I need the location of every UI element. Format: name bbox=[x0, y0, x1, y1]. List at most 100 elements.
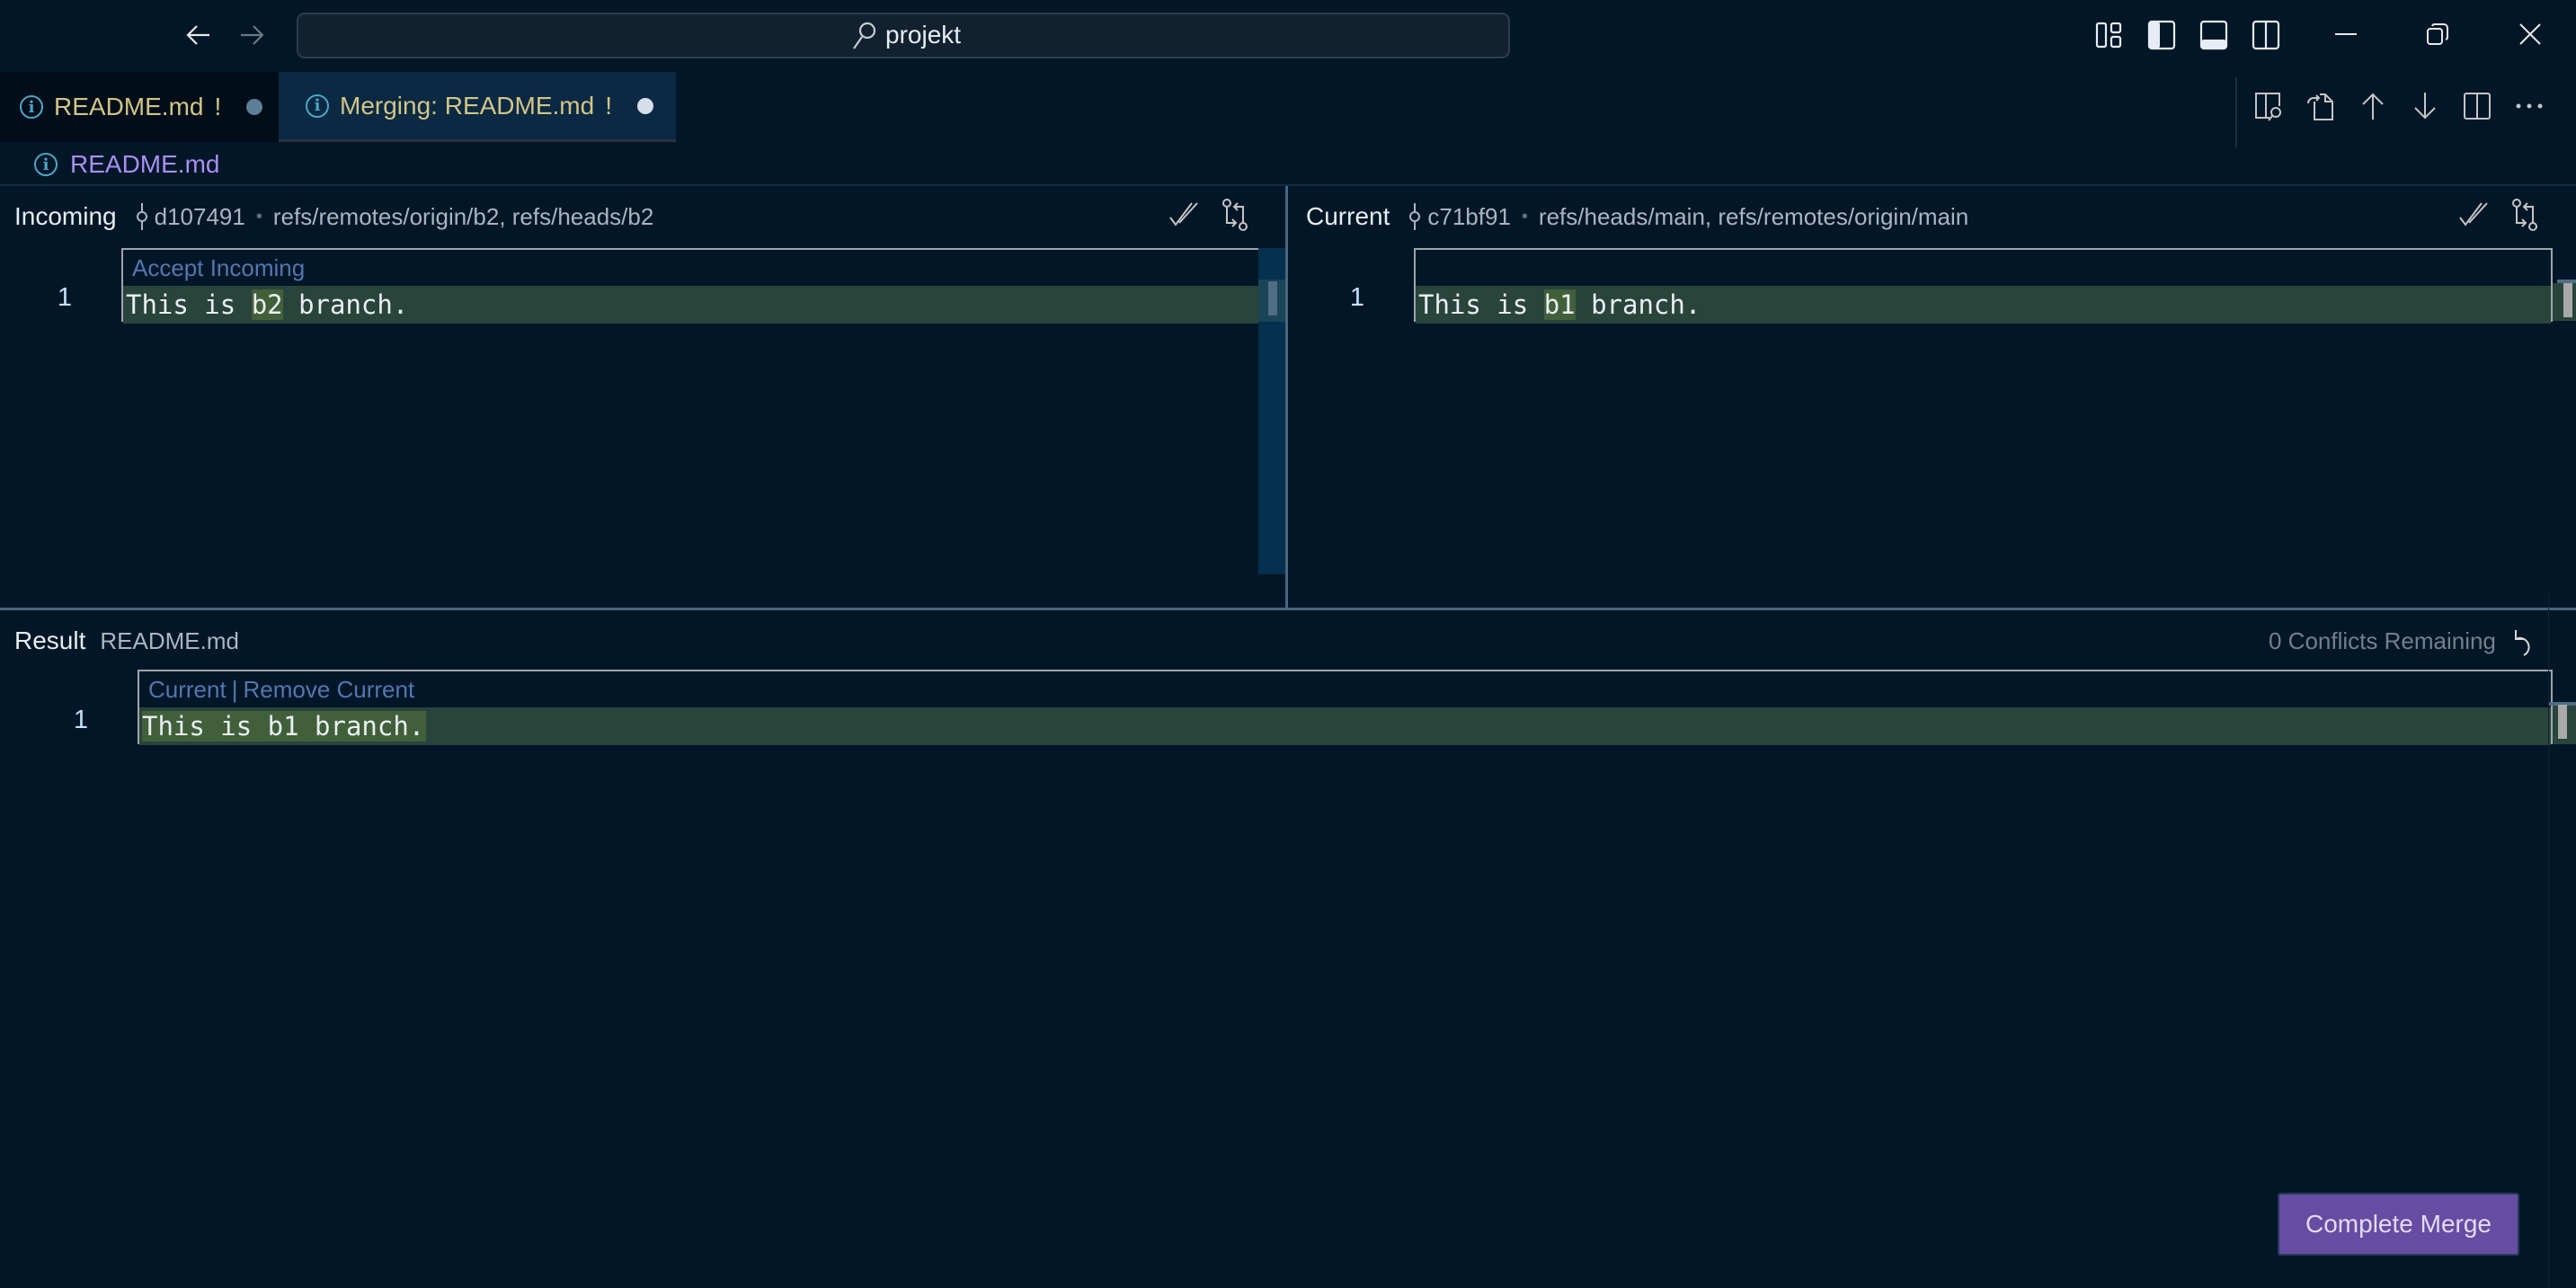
breadcrumb[interactable]: i README.md bbox=[34, 144, 219, 185]
codelens-separator: | bbox=[231, 676, 238, 703]
minimize-button[interactable] bbox=[2319, 14, 2373, 54]
changed-word: b2 bbox=[251, 289, 283, 320]
git-commit-icon bbox=[136, 203, 147, 230]
incoming-scrollbar-thumb[interactable] bbox=[1268, 281, 1277, 315]
line-number: 1 bbox=[57, 283, 73, 312]
current-code-line[interactable]: This is b1 branch. bbox=[1416, 286, 2551, 324]
tab-readme[interactable]: i README.md ! bbox=[0, 72, 279, 142]
code-text: branch. bbox=[282, 289, 409, 320]
open-file-button[interactable] bbox=[2301, 86, 2341, 126]
back-button[interactable] bbox=[181, 16, 217, 54]
customize-layout-button[interactable] bbox=[2092, 18, 2127, 52]
tab-badge: ! bbox=[605, 91, 612, 120]
toggle-secondary-sidebar-button[interactable] bbox=[2248, 18, 2284, 52]
more-actions-button[interactable] bbox=[2509, 86, 2549, 126]
toggle-secondary-sidebar-icon bbox=[2252, 20, 2280, 50]
arrow-down-icon bbox=[2414, 93, 2436, 120]
split-editor-icon bbox=[2464, 93, 2491, 120]
code-text: This is b1 branch. bbox=[142, 711, 427, 742]
info-icon: i bbox=[34, 153, 58, 176]
separator-dot: • bbox=[1521, 206, 1528, 227]
reset-result-button[interactable] bbox=[2506, 625, 2542, 661]
current-actions bbox=[2458, 198, 2539, 232]
open-file-icon bbox=[2307, 93, 2333, 120]
toggle-panel-button[interactable] bbox=[2196, 18, 2232, 52]
code-text: This is bbox=[126, 289, 252, 320]
dirty-dot-icon[interactable] bbox=[246, 99, 263, 115]
restore-button[interactable] bbox=[2411, 14, 2465, 54]
editor-top-border bbox=[0, 184, 2576, 186]
next-conflict-button[interactable] bbox=[2405, 86, 2445, 126]
complete-merge-button[interactable]: Complete Merge bbox=[2278, 1193, 2519, 1256]
tab-merging-readme[interactable]: i Merging: README.md ! bbox=[279, 72, 676, 142]
result-scrollbar-thumb[interactable] bbox=[2558, 705, 2567, 739]
accept-incoming-link[interactable]: Accept Incoming bbox=[123, 250, 1259, 286]
incoming-header: Incoming d107491 • refs/remotes/origin/b… bbox=[14, 189, 653, 244]
incoming-refs: refs/remotes/origin/b2, refs/heads/b2 bbox=[272, 202, 654, 230]
open-changes-button[interactable] bbox=[2249, 86, 2288, 126]
separator-dot: • bbox=[255, 206, 262, 227]
line-number: 1 bbox=[73, 706, 89, 734]
tab-badge: ! bbox=[214, 93, 222, 120]
current-codelens[interactable] bbox=[1416, 250, 2551, 286]
current-title: Current bbox=[1306, 202, 1390, 230]
remove-current-link[interactable]: Remove Current bbox=[243, 671, 414, 707]
current-commit-hash: c71bf91 bbox=[1427, 202, 1511, 230]
current-link[interactable]: Current bbox=[148, 671, 227, 707]
close-icon bbox=[2519, 23, 2541, 45]
git-commit-icon bbox=[1409, 203, 1421, 230]
tab-label: README.md bbox=[54, 93, 204, 120]
command-center-label[interactable]: projekt bbox=[849, 16, 961, 54]
more-actions-icon bbox=[2516, 103, 2543, 109]
code-text: branch. bbox=[1575, 289, 1701, 320]
search-text: projekt bbox=[885, 21, 962, 49]
result-code-line[interactable]: This is b1 branch. bbox=[139, 707, 2551, 745]
changed-word: b1 bbox=[1543, 289, 1576, 320]
tab-label: Merging: README.md bbox=[340, 91, 595, 120]
arrow-left-icon bbox=[186, 25, 209, 45]
incoming-code-line[interactable]: This is b2 branch. bbox=[123, 286, 1259, 324]
dirty-dot-icon[interactable] bbox=[636, 97, 653, 114]
close-button[interactable] bbox=[2503, 14, 2557, 54]
search-icon bbox=[853, 22, 876, 49]
compare-changes-icon[interactable] bbox=[2510, 198, 2539, 232]
current-header: Current c71bf91 • refs/heads/main, refs/… bbox=[1306, 189, 1968, 244]
customize-layout-icon bbox=[2095, 22, 2122, 49]
forward-button[interactable] bbox=[234, 16, 270, 54]
tab-bar: i README.md ! i Merging: README.md ! bbox=[0, 72, 2576, 142]
toggle-primary-sidebar-button[interactable] bbox=[2144, 18, 2180, 52]
accept-all-current-icon[interactable] bbox=[2458, 201, 2491, 228]
result-header: Result README.md bbox=[14, 616, 239, 666]
toggle-panel-icon bbox=[2199, 20, 2228, 50]
incoming-actions bbox=[1168, 198, 1249, 232]
vertical-sash[interactable] bbox=[1285, 186, 1288, 609]
toolbar-separator bbox=[2235, 77, 2237, 147]
incoming-title: Incoming bbox=[14, 202, 117, 230]
horizontal-sash[interactable] bbox=[0, 608, 2576, 610]
compare-changes-icon[interactable] bbox=[1221, 198, 1249, 232]
previous-conflict-button[interactable] bbox=[2353, 86, 2393, 126]
accept-all-incoming-icon[interactable] bbox=[1168, 201, 1201, 228]
info-icon: i bbox=[306, 93, 329, 118]
info-icon: i bbox=[20, 95, 43, 119]
result-title: Result bbox=[14, 626, 86, 654]
split-editor-button[interactable] bbox=[2457, 86, 2497, 126]
arrow-up-icon bbox=[2362, 93, 2384, 120]
result-codelens: Current | Remove Current bbox=[139, 671, 2551, 707]
arrow-right-icon bbox=[241, 25, 264, 45]
minimize-icon bbox=[2335, 33, 2357, 35]
current-conflict-block: This is b1 branch. bbox=[1414, 248, 2553, 324]
breadcrumb-file[interactable]: README.md bbox=[70, 150, 219, 179]
open-changes-icon bbox=[2255, 93, 2281, 121]
conflicts-remaining[interactable]: 0 Conflicts Remaining bbox=[2269, 616, 2496, 666]
incoming-conflict-block: Accept Incoming This is b2 branch. bbox=[121, 248, 1261, 324]
current-refs: refs/heads/main, refs/remotes/origin/mai… bbox=[1538, 202, 1969, 230]
toggle-primary-sidebar-icon bbox=[2147, 20, 2176, 50]
result-file: README.md bbox=[100, 626, 239, 654]
discard-icon bbox=[2515, 630, 2530, 656]
restore-icon bbox=[2427, 23, 2448, 45]
result-scrollbar-track bbox=[2548, 593, 2549, 1288]
incoming-commit-hash: d107491 bbox=[154, 202, 245, 230]
current-scrollbar-thumb[interactable] bbox=[2563, 283, 2572, 317]
line-number: 1 bbox=[1349, 283, 1365, 312]
